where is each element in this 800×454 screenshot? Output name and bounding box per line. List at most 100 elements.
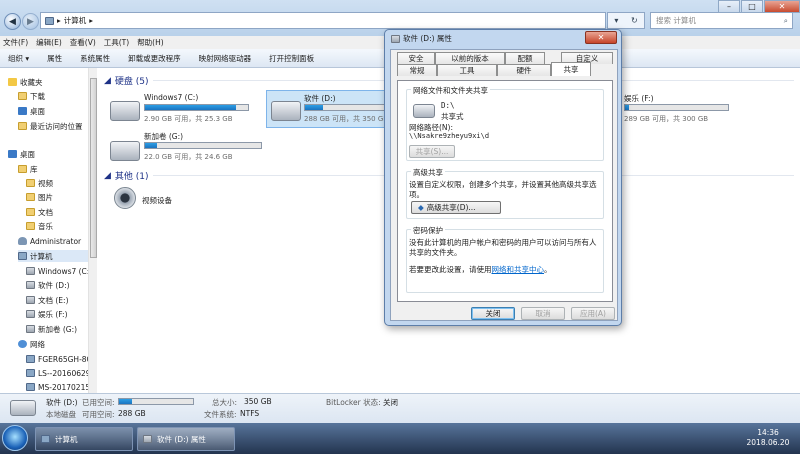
network-sharing-center-link[interactable]: 网络和共享中心: [492, 265, 545, 274]
dialog-close-button[interactable]: ✕: [585, 31, 617, 44]
sidebar-item-recent[interactable]: 最近访问的位置: [18, 120, 83, 132]
drive-d-name[interactable]: 软件 (D:): [304, 93, 336, 104]
windows-drive-icon: [110, 101, 140, 121]
drive-icon: [143, 435, 152, 443]
system-properties-button[interactable]: 系统属性: [80, 53, 110, 64]
menu-edit[interactable]: 编辑(E): [36, 37, 62, 48]
window-controls: – □ ✕: [718, 0, 800, 13]
sidebar-item-drive-d[interactable]: 软件 (D:): [26, 279, 70, 291]
tab-general[interactable]: 常规: [397, 64, 437, 76]
library-icon: [18, 165, 27, 173]
music-folder-icon: [26, 222, 35, 230]
tab-quota[interactable]: 配额: [505, 52, 545, 64]
sidebar-label: 桌面: [30, 106, 45, 116]
sidebar-label: 收藏夹: [20, 77, 43, 87]
menu-view[interactable]: 查看(V): [70, 37, 96, 48]
taskbar-item-properties[interactable]: 软件 (D:) 属性: [137, 427, 235, 451]
control-panel-button[interactable]: 打开控制面板: [269, 53, 314, 64]
map-drive-button[interactable]: 映射网络驱动器: [199, 53, 252, 64]
advanced-sharing-desc: 设置自定义权限，创建多个共享，并设置其他高级共享选项。: [409, 180, 597, 199]
close-dialog-button[interactable]: 关闭: [471, 307, 515, 320]
sidebar-label: 软件 (D:): [38, 280, 70, 290]
properties-button[interactable]: 属性: [47, 53, 62, 64]
document-folder-icon: [26, 208, 35, 216]
dialog-title: 软件 (D:) 属性: [403, 34, 452, 43]
video-device-label[interactable]: 视频设备: [142, 195, 172, 206]
status-free-value: 288 GB: [118, 409, 146, 418]
sidebar-item-net3[interactable]: MS-20170215: [26, 381, 90, 393]
drive-g-usage-bar: [144, 142, 262, 149]
sidebar-scrollbar[interactable]: [88, 68, 97, 393]
sidebar-item-network[interactable]: 网络: [18, 338, 45, 350]
start-button[interactable]: [2, 425, 28, 451]
dropdown-icon[interactable]: ▾: [614, 16, 618, 25]
sidebar-label: 网络: [30, 339, 45, 349]
drive-icon: [413, 104, 435, 118]
drive-c-name[interactable]: Windows7 (C:): [144, 93, 198, 102]
menu-tools[interactable]: 工具(T): [104, 37, 129, 48]
sidebar-item-videos[interactable]: 视频: [26, 177, 53, 189]
apply-button[interactable]: 应用(A): [571, 307, 615, 320]
sidebar-item-pictures[interactable]: 图片: [26, 191, 53, 203]
sidebar-item-net2[interactable]: LS--20160629: [26, 367, 91, 379]
breadcrumb[interactable]: 计算机: [64, 15, 87, 26]
sidebar-item-libraries[interactable]: 库: [18, 163, 38, 175]
taskbar-item-computer[interactable]: 计算机: [35, 427, 133, 451]
uninstall-button[interactable]: 卸载或更改程序: [128, 53, 181, 64]
status-fs-value: NTFS: [240, 409, 260, 418]
download-folder-icon: [18, 92, 27, 100]
desktop-icon: [18, 107, 27, 115]
share-drive-path: D:\: [441, 101, 455, 110]
sidebar-item-desktop-fav[interactable]: 桌面: [18, 105, 45, 117]
sidebar-item-admin[interactable]: Administrator: [18, 235, 81, 247]
group-label: 硬盘 (5): [114, 77, 149, 87]
tab-previous-versions[interactable]: 以前的版本: [435, 52, 505, 64]
cancel-button[interactable]: 取消: [521, 307, 565, 320]
share-button[interactable]: 共享(S)...: [409, 145, 455, 158]
search-input[interactable]: 搜索 计算机 ⌕: [650, 12, 793, 29]
recent-places-icon: [18, 122, 27, 130]
drive-icon: [10, 400, 36, 416]
back-button[interactable]: ◀: [4, 13, 21, 30]
address-bar[interactable]: ▸ 计算机 ▸: [40, 12, 606, 29]
refresh-icon[interactable]: ↻: [631, 16, 638, 25]
drive-g-usage-fill: [145, 143, 158, 148]
change-suffix: 。: [544, 265, 552, 274]
minimize-button[interactable]: –: [718, 0, 740, 13]
sidebar-item-drive-e[interactable]: 文档 (E:): [26, 294, 69, 306]
sidebar-item-drive-f[interactable]: 娱乐 (F:): [26, 308, 68, 320]
scrollbar-thumb[interactable]: [90, 78, 97, 258]
clock[interactable]: 14:36 2018.06.20: [740, 428, 796, 448]
advanced-sharing-button[interactable]: ◆ 高级共享(D)...: [411, 201, 501, 214]
sidebar-label: 计算机: [30, 251, 53, 261]
tab-hardware[interactable]: 硬件: [497, 64, 551, 76]
forward-button[interactable]: ▶: [22, 13, 39, 30]
drive-icon: [26, 310, 35, 318]
drive-icon: [391, 34, 400, 43]
sidebar-item-net1[interactable]: FGER65GH-8C: [26, 353, 92, 365]
menu-file[interactable]: 文件(F): [3, 37, 28, 48]
sharing-panel: 网络文件和文件夹共享 D:\ 共享式 网络路径(N): \\Nsakre9zhe…: [397, 80, 613, 302]
drive-g-name[interactable]: 新加卷 (G:): [144, 131, 183, 142]
sidebar-item-drive-g[interactable]: 新加卷 (G:): [26, 323, 77, 335]
organize-button[interactable]: 组织 ▾: [8, 53, 29, 64]
sidebar-item-favorites[interactable]: 收藏夹: [8, 76, 43, 88]
sidebar-item-desktop[interactable]: 桌面: [8, 148, 35, 160]
maximize-button[interactable]: □: [741, 0, 763, 13]
menu-help[interactable]: 帮助(H): [137, 37, 164, 48]
sidebar-item-drive-c[interactable]: Windows7 (C:: [26, 265, 89, 277]
group-label: 其他 (1): [114, 172, 149, 182]
sidebar-label: FGER65GH-8C: [38, 354, 92, 364]
drive-f-name[interactable]: 娱乐 (F:): [624, 93, 654, 104]
user-icon: [18, 237, 27, 245]
sidebar-item-documents[interactable]: 文档: [26, 206, 53, 218]
tab-tools[interactable]: 工具: [437, 64, 497, 76]
sidebar-item-downloads[interactable]: 下载: [18, 90, 45, 102]
webcam-icon: [114, 187, 136, 209]
sidebar-label: 下载: [30, 91, 45, 101]
close-button[interactable]: ✕: [764, 0, 800, 13]
tab-security[interactable]: 安全: [397, 52, 435, 64]
sidebar-item-music[interactable]: 音乐: [26, 220, 53, 232]
sidebar-item-computer[interactable]: 计算机: [18, 250, 88, 262]
tab-sharing[interactable]: 共享: [551, 62, 591, 76]
